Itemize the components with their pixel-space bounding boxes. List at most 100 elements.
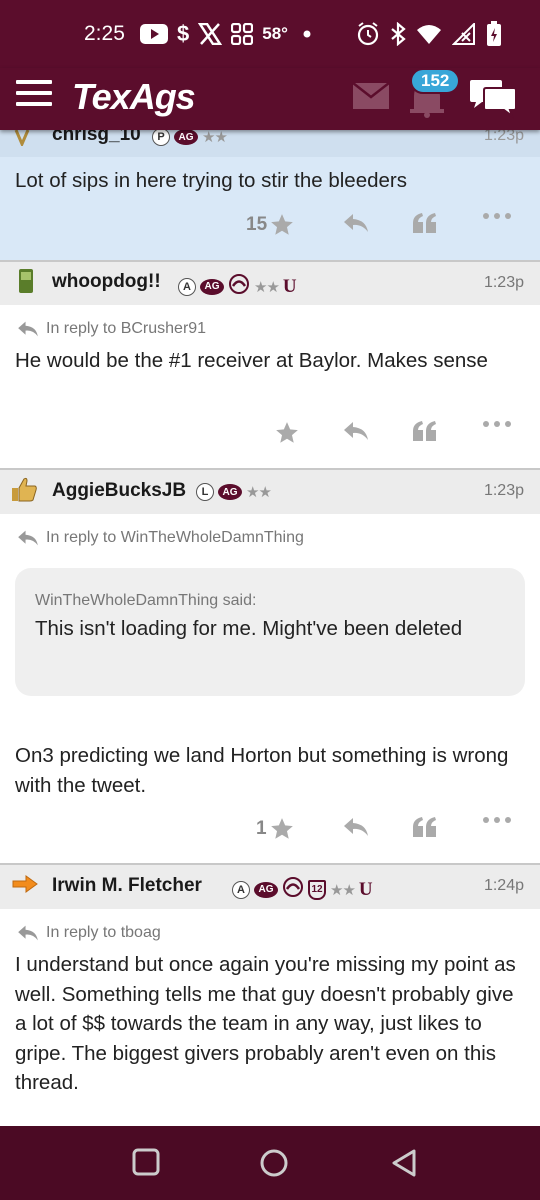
post-body: He would be the #1 receiver at Baylor. M… <box>15 349 488 372</box>
status-bar: 2:25 $ 58° <box>0 0 540 68</box>
temperature: 58° <box>262 24 288 43</box>
post-time: 1:23p <box>483 274 524 291</box>
reveille-icon <box>282 877 304 902</box>
reply-to[interactable]: In reply to WinTheWholeDamnThing <box>16 529 304 547</box>
username[interactable]: Irwin M. Fletcher <box>52 875 202 897</box>
more-icon <box>483 213 511 219</box>
post-actions: 1 <box>0 816 540 846</box>
youtube-icon <box>140 20 168 48</box>
more-button[interactable] <box>482 212 512 220</box>
status-icons: $ 58° <box>140 20 317 48</box>
like-button[interactable]: 1 <box>256 816 295 842</box>
bluetooth-icon <box>390 20 406 48</box>
username[interactable]: whoopdog!! <box>52 271 161 293</box>
quote-box: WinTheWholeDamnThing said: This isn't lo… <box>15 568 525 696</box>
notification-badge[interactable]: 152 <box>410 68 461 94</box>
star-icon <box>270 818 293 839</box>
battery-icon <box>486 20 502 48</box>
reply-icon <box>344 214 368 232</box>
quote-button[interactable] <box>412 816 438 838</box>
reply-to-text: In reply to WinTheWholeDamnThing <box>46 529 304 546</box>
arrow-avatar-icon <box>12 875 38 898</box>
badge-ag: AG <box>254 881 278 898</box>
reply-icon <box>18 530 38 546</box>
badges: A AG 12 ★★ U <box>232 877 373 902</box>
star-icon <box>271 214 293 235</box>
dot-icon <box>297 20 317 48</box>
post-actions: 15 <box>0 212 540 242</box>
reveille-icon <box>228 274 250 299</box>
post-time: 1:23p <box>483 482 524 499</box>
reply-button[interactable] <box>342 212 370 234</box>
reply-to-text: In reply to BCrusher91 <box>46 320 207 337</box>
like-button[interactable] <box>274 420 300 446</box>
like-count: 15 <box>246 214 268 235</box>
recents-button[interactable] <box>132 1148 160 1181</box>
post-body: I understand but once again you're missi… <box>15 953 516 1094</box>
wifi-icon <box>416 20 442 48</box>
home-button[interactable] <box>259 1148 289 1183</box>
quote-button[interactable] <box>412 420 438 442</box>
back-triangle-icon <box>392 1149 416 1177</box>
stars-icon: ★★ <box>246 484 272 501</box>
x-icon <box>198 20 223 48</box>
phone-avatar-icon <box>18 268 34 299</box>
badge-p: P <box>152 128 170 146</box>
quote-icon <box>413 213 436 233</box>
badge-ag: AG <box>218 484 242 500</box>
username[interactable]: AggieBucksJB <box>52 480 186 502</box>
user-avatar-icon <box>12 129 38 151</box>
badge-l: L <box>196 483 214 501</box>
post-body: On3 predicting we land Horton but someth… <box>15 744 509 797</box>
reply-button[interactable] <box>342 816 370 838</box>
texags-logo[interactable]: TexAgs <box>72 76 196 118</box>
thumbs-up-avatar-icon <box>10 476 38 507</box>
badge-ag: AG <box>174 129 198 145</box>
circle-icon <box>260 1149 288 1177</box>
reply-icon <box>18 321 38 337</box>
post-actions <box>0 420 540 450</box>
reply-button[interactable] <box>342 420 370 442</box>
badges: A AG ★★ U <box>178 274 297 299</box>
status-right-icons <box>356 20 502 48</box>
quote-text: This isn't loading for me. Might've been… <box>35 617 463 640</box>
like-count: 1 <box>256 818 267 839</box>
badge-ag: AG <box>200 278 224 295</box>
dollar-icon: $ <box>177 21 190 46</box>
stars-icon: ★★ <box>202 129 228 146</box>
reply-to[interactable]: In reply to tboag <box>16 924 161 942</box>
badge-a: A <box>232 880 250 899</box>
more-button[interactable] <box>482 816 512 824</box>
alarm-icon <box>356 20 380 48</box>
badges: L AG ★★ <box>196 483 272 501</box>
quote-button[interactable] <box>412 212 438 234</box>
reply-icon <box>344 818 368 836</box>
quote-icon <box>413 421 436 441</box>
more-button[interactable] <box>482 420 512 428</box>
badge-a: A <box>178 277 196 296</box>
u-badge: U <box>282 275 297 297</box>
back-button[interactable] <box>390 1148 418 1183</box>
reply-icon <box>18 925 38 941</box>
post-body: Lot of sips in here trying to stir the b… <box>15 169 407 192</box>
grid-icon <box>231 20 254 48</box>
status-time: 2:25 <box>84 22 125 45</box>
more-icon <box>483 817 511 823</box>
reply-to-text: In reply to tboag <box>46 924 161 941</box>
menu-icon[interactable] <box>16 80 52 110</box>
more-icon <box>483 421 511 427</box>
reply-icon <box>344 422 368 440</box>
mail-icon[interactable] <box>352 82 390 115</box>
quote-icon <box>413 817 436 837</box>
star-icon <box>276 422 298 443</box>
quote-author[interactable]: WinTheWholeDamnThing said: <box>35 592 505 610</box>
like-button[interactable]: 15 <box>246 212 295 238</box>
post-1: chrisg_10 P AG ★★ 1:23p Lot of sips in h… <box>0 124 540 260</box>
twelfth-man-icon: 12 <box>308 879 326 900</box>
post-time: 1:24p <box>483 877 524 894</box>
system-nav-bar <box>0 1126 540 1200</box>
stars-icon: ★★ <box>254 278 280 296</box>
app-header: TexAgs 152 <box>0 68 540 130</box>
reply-to[interactable]: In reply to BCrusher91 <box>16 320 206 338</box>
chat-icon[interactable] <box>468 78 518 125</box>
